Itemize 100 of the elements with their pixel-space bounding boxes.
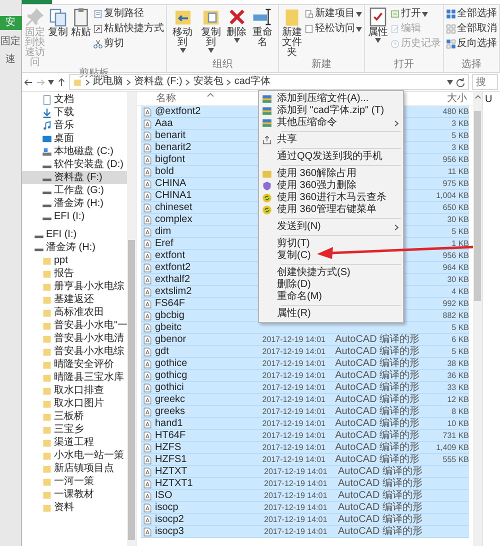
file-name: HZFS (155, 442, 182, 454)
file-name: benarit2 (155, 142, 192, 154)
file-type: AutoCAD 编译的形 (338, 490, 424, 502)
file-type: AutoCAD 编译的形 (335, 430, 421, 442)
file-name: exthalf2 (155, 274, 192, 286)
file-type: AutoCAD 编译的形 (335, 382, 421, 394)
file-name: HZFS1 (155, 454, 188, 466)
file-type: AutoCAD 编译的形 (335, 406, 421, 418)
file-name: gothicg (155, 370, 188, 382)
window-text: 速 (6, 54, 16, 66)
modified-date: 2017-12-19 14:01 (262, 442, 326, 452)
group-label: 组织 (212, 59, 234, 72)
modified-date: 2017-12-19 14:01 (262, 418, 326, 428)
file-size: 1,409 KB (435, 442, 470, 452)
file-size: 11 KB (446, 166, 470, 176)
file-size: 30 KB (446, 214, 470, 224)
modified-date: 2017-12-19 14:01 (262, 382, 326, 392)
file-size: 992 KB (442, 298, 470, 308)
group-label: 新建 (310, 59, 332, 72)
file-name: gothice (155, 358, 188, 370)
modified-date: 2017-12-19 14:01 (264, 526, 328, 536)
file-name: extslim2 (155, 286, 193, 298)
file-name: FS64F (155, 298, 186, 310)
file-type: AutoCAD 编译的形 (335, 454, 421, 466)
file-name: gdt (155, 346, 170, 358)
file-name: chineset (155, 202, 194, 214)
file-size: 4 KB (450, 286, 470, 296)
file-type: AutoCAD 编译的形 (338, 478, 424, 490)
file-size: 8 KB (450, 406, 470, 416)
modified-date: 2017-12-19 14:01 (262, 346, 326, 356)
file-size: 5 KB (450, 226, 470, 236)
file-size: 975 KB (442, 178, 470, 188)
file-name: dim (155, 226, 172, 238)
modified-date: 2017-12-19 14:01 (262, 334, 326, 344)
file-name: Eref (155, 238, 174, 250)
file-type: AutoCAD 编译的形 (335, 394, 421, 406)
file-type: AutoCAD 编译的形 (335, 358, 421, 370)
file-name: HT64F (155, 430, 187, 442)
file-size: 30 KB (446, 274, 470, 284)
file-size: 1,004 KB (435, 190, 470, 200)
file-size: 5 KB (450, 346, 470, 356)
file-type: AutoCAD 编译的形 (335, 370, 421, 382)
details-text: U (485, 94, 492, 105)
modified-date: 2017-12-19 14:01 (264, 490, 328, 500)
modified-date: 2017-12-19 14:01 (262, 430, 326, 440)
file-size: 650 KB (442, 202, 470, 212)
file-name: bigfont (155, 154, 186, 166)
file-size: 956 KB (442, 250, 470, 260)
file-size: 10 KB (446, 418, 470, 428)
file-size: 1 KB (450, 238, 470, 248)
file-name: ISO (155, 490, 174, 502)
file-name: HZTXT1 (155, 478, 194, 490)
file-name: gbenor (155, 334, 188, 346)
modified-date: 2017-12-19 14:01 (262, 358, 326, 368)
file-name: benarit (155, 130, 187, 142)
file-type: AutoCAD 编译的形 (338, 502, 424, 514)
file-name: HZTXT (155, 466, 188, 478)
file-size: 956 KB (442, 154, 470, 164)
group-label: 打开 (393, 59, 415, 72)
file-size: 731 KB (442, 430, 470, 440)
file-name: isocp3 (155, 526, 185, 538)
file-name: complex (155, 214, 194, 226)
modified-date: 2017-12-19 14:01 (262, 406, 326, 416)
file-size: 38 KB (446, 358, 470, 368)
file-name: gothici (155, 382, 185, 394)
file-name: gbeitc (155, 322, 183, 334)
modified-date: 2017-12-19 14:01 (262, 454, 326, 464)
file-size: 555 KB (442, 454, 470, 464)
file-size: 3 KB (450, 118, 470, 128)
window-text: 固定 (0, 36, 20, 48)
file-size: 36 KB (446, 370, 470, 380)
group-label: 选择 (460, 59, 482, 72)
file-name: CHINA (155, 178, 188, 190)
file-name: extfont (155, 250, 186, 262)
file-name: @extfont2 (155, 106, 202, 118)
file-name: isocp (155, 502, 180, 514)
modified-date: 2017-12-19 14:01 (264, 502, 328, 512)
file-size: 5 KB (450, 322, 470, 332)
file-size: 882 KB (442, 310, 470, 320)
file-name: CHINA1 (155, 190, 193, 202)
modified-date: 2017-12-19 14:01 (264, 466, 328, 476)
file-type: AutoCAD 编译的形 (338, 514, 424, 526)
file-name: greekc (155, 394, 186, 406)
modified-date: 2017-12-19 14:01 (262, 370, 326, 380)
file-name: greeks (155, 406, 186, 418)
file-name: bold (155, 166, 175, 178)
file-size: 12 KB (446, 394, 470, 404)
file-name: Aaa (155, 118, 174, 130)
file-type: AutoCAD 编译的形 (335, 418, 421, 430)
file-size: 480 KB (442, 106, 470, 116)
file-type: AutoCAD 编译的形 (335, 346, 421, 358)
file-name: isocp2 (155, 514, 185, 526)
file-size: 6 KB (450, 334, 470, 344)
file-type: AutoCAD 编译的形 (338, 526, 424, 538)
file-size: 33 KB (446, 382, 470, 392)
file-size: 3 KB (450, 142, 470, 152)
modified-date: 2017-12-19 14:01 (264, 514, 328, 524)
file-type: AutoCAD 编译的形 (335, 442, 421, 454)
file-size: 964 KB (442, 262, 470, 272)
file-type: AutoCAD 编译的形 (335, 334, 421, 346)
